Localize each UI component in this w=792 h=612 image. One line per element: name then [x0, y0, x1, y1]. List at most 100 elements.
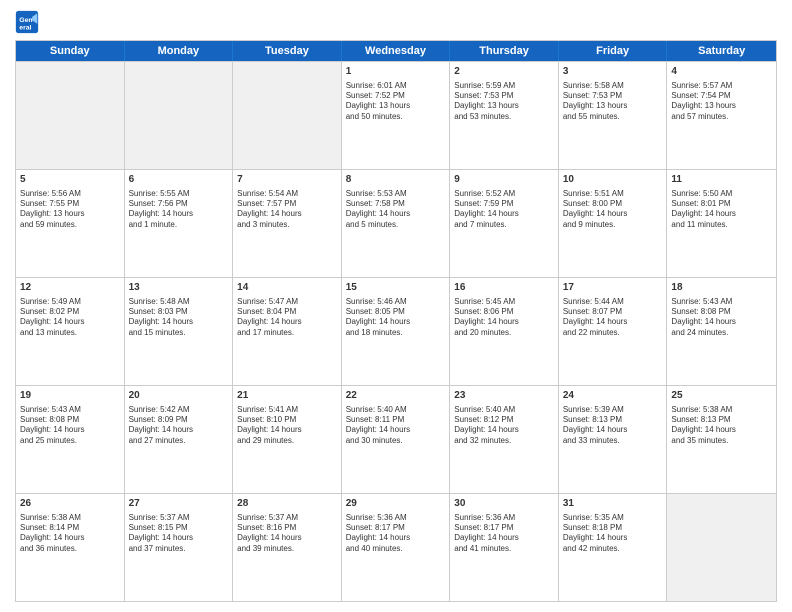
cell-info-line: Daylight: 14 hours: [454, 317, 554, 327]
calendar-cell: 14Sunrise: 5:47 AMSunset: 8:04 PMDayligh…: [233, 278, 342, 385]
cell-info-line: and 24 minutes.: [671, 328, 772, 338]
cell-info-line: Sunrise: 5:52 AM: [454, 189, 554, 199]
cell-info-line: and 18 minutes.: [346, 328, 446, 338]
day-number: 17: [563, 281, 663, 295]
cell-info-line: Daylight: 13 hours: [671, 101, 772, 111]
cell-info-line: Sunrise: 5:39 AM: [563, 405, 663, 415]
cell-info-line: Sunrise: 5:59 AM: [454, 81, 554, 91]
calendar-cell: 18Sunrise: 5:43 AMSunset: 8:08 PMDayligh…: [667, 278, 776, 385]
cell-info-line: Daylight: 14 hours: [237, 317, 337, 327]
day-of-week-header: Thursday: [450, 41, 559, 61]
calendar-cell: 9Sunrise: 5:52 AMSunset: 7:59 PMDaylight…: [450, 170, 559, 277]
cell-info-line: Sunset: 8:00 PM: [563, 199, 663, 209]
calendar-cell: 25Sunrise: 5:38 AMSunset: 8:13 PMDayligh…: [667, 386, 776, 493]
cell-info-line: Sunrise: 5:53 AM: [346, 189, 446, 199]
day-number: 31: [563, 497, 663, 511]
day-number: 22: [346, 389, 446, 403]
calendar-week-row: 19Sunrise: 5:43 AMSunset: 8:08 PMDayligh…: [16, 385, 776, 493]
cell-info-line: Daylight: 14 hours: [346, 209, 446, 219]
cell-info-line: Sunset: 8:03 PM: [129, 307, 229, 317]
day-of-week-header: Wednesday: [342, 41, 451, 61]
cell-info-line: Daylight: 14 hours: [454, 209, 554, 219]
cell-info-line: and 42 minutes.: [563, 544, 663, 554]
cell-info-line: Sunrise: 5:37 AM: [129, 513, 229, 523]
cell-info-line: and 33 minutes.: [563, 436, 663, 446]
day-number: 8: [346, 173, 446, 187]
cell-info-line: Sunrise: 5:46 AM: [346, 297, 446, 307]
calendar-body: 1Sunrise: 6:01 AMSunset: 7:52 PMDaylight…: [16, 61, 776, 601]
calendar: SundayMondayTuesdayWednesdayThursdayFrid…: [15, 40, 777, 602]
day-number: 23: [454, 389, 554, 403]
cell-info-line: Sunset: 8:15 PM: [129, 523, 229, 533]
calendar-week-row: 1Sunrise: 6:01 AMSunset: 7:52 PMDaylight…: [16, 61, 776, 169]
cell-info-line: Sunset: 7:53 PM: [454, 91, 554, 101]
cell-info-line: Daylight: 14 hours: [237, 533, 337, 543]
cell-info-line: Sunrise: 5:51 AM: [563, 189, 663, 199]
calendar-cell: 22Sunrise: 5:40 AMSunset: 8:11 PMDayligh…: [342, 386, 451, 493]
cell-info-line: Sunrise: 5:57 AM: [671, 81, 772, 91]
day-number: 7: [237, 173, 337, 187]
calendar-cell: 13Sunrise: 5:48 AMSunset: 8:03 PMDayligh…: [125, 278, 234, 385]
cell-info-line: Sunset: 8:02 PM: [20, 307, 120, 317]
logo-icon: Gen eral: [15, 10, 39, 34]
calendar-cell: [667, 494, 776, 601]
cell-info-line: Sunset: 8:14 PM: [20, 523, 120, 533]
cell-info-line: Sunset: 8:01 PM: [671, 199, 772, 209]
calendar-cell: 27Sunrise: 5:37 AMSunset: 8:15 PMDayligh…: [125, 494, 234, 601]
cell-info-line: Daylight: 14 hours: [563, 317, 663, 327]
cell-info-line: Daylight: 14 hours: [237, 209, 337, 219]
cell-info-line: Sunrise: 5:38 AM: [20, 513, 120, 523]
cell-info-line: and 57 minutes.: [671, 112, 772, 122]
day-number: 30: [454, 497, 554, 511]
cell-info-line: Sunrise: 5:36 AM: [454, 513, 554, 523]
calendar-cell: 19Sunrise: 5:43 AMSunset: 8:08 PMDayligh…: [16, 386, 125, 493]
cell-info-line: Sunset: 8:17 PM: [454, 523, 554, 533]
calendar-cell: 6Sunrise: 5:55 AMSunset: 7:56 PMDaylight…: [125, 170, 234, 277]
cell-info-line: Sunset: 8:05 PM: [346, 307, 446, 317]
cell-info-line: and 41 minutes.: [454, 544, 554, 554]
cell-info-line: Sunset: 7:53 PM: [563, 91, 663, 101]
day-number: 15: [346, 281, 446, 295]
cell-info-line: Sunrise: 5:45 AM: [454, 297, 554, 307]
cell-info-line: and 27 minutes.: [129, 436, 229, 446]
day-number: 12: [20, 281, 120, 295]
cell-info-line: Daylight: 14 hours: [563, 209, 663, 219]
cell-info-line: Sunset: 8:04 PM: [237, 307, 337, 317]
day-number: 24: [563, 389, 663, 403]
cell-info-line: and 1 minute.: [129, 220, 229, 230]
cell-info-line: and 35 minutes.: [671, 436, 772, 446]
calendar-cell: 11Sunrise: 5:50 AMSunset: 8:01 PMDayligh…: [667, 170, 776, 277]
cell-info-line: Sunset: 8:10 PM: [237, 415, 337, 425]
day-of-week-header: Tuesday: [233, 41, 342, 61]
cell-info-line: Sunrise: 5:49 AM: [20, 297, 120, 307]
calendar-cell: 29Sunrise: 5:36 AMSunset: 8:17 PMDayligh…: [342, 494, 451, 601]
calendar-week-row: 26Sunrise: 5:38 AMSunset: 8:14 PMDayligh…: [16, 493, 776, 601]
calendar-cell: 1Sunrise: 6:01 AMSunset: 7:52 PMDaylight…: [342, 62, 451, 169]
cell-info-line: Sunset: 7:55 PM: [20, 199, 120, 209]
svg-text:eral: eral: [19, 25, 31, 32]
cell-info-line: Sunset: 8:16 PM: [237, 523, 337, 533]
cell-info-line: Sunrise: 5:47 AM: [237, 297, 337, 307]
cell-info-line: Sunset: 7:58 PM: [346, 199, 446, 209]
cell-info-line: Sunrise: 5:40 AM: [346, 405, 446, 415]
cell-info-line: Sunset: 7:54 PM: [671, 91, 772, 101]
day-number: 21: [237, 389, 337, 403]
cell-info-line: Daylight: 14 hours: [20, 317, 120, 327]
cell-info-line: Sunrise: 5:48 AM: [129, 297, 229, 307]
day-number: 2: [454, 65, 554, 79]
cell-info-line: Sunset: 7:59 PM: [454, 199, 554, 209]
cell-info-line: Sunset: 8:11 PM: [346, 415, 446, 425]
cell-info-line: Sunrise: 6:01 AM: [346, 81, 446, 91]
cell-info-line: Sunset: 7:56 PM: [129, 199, 229, 209]
svg-text:Gen: Gen: [19, 17, 32, 24]
calendar-cell: 21Sunrise: 5:41 AMSunset: 8:10 PMDayligh…: [233, 386, 342, 493]
calendar-cell: 10Sunrise: 5:51 AMSunset: 8:00 PMDayligh…: [559, 170, 668, 277]
cell-info-line: Daylight: 14 hours: [454, 425, 554, 435]
calendar-cell: 7Sunrise: 5:54 AMSunset: 7:57 PMDaylight…: [233, 170, 342, 277]
day-number: 28: [237, 497, 337, 511]
cell-info-line: Sunset: 8:08 PM: [20, 415, 120, 425]
day-number: 25: [671, 389, 772, 403]
cell-info-line: Sunrise: 5:35 AM: [563, 513, 663, 523]
cell-info-line: and 9 minutes.: [563, 220, 663, 230]
cell-info-line: Sunrise: 5:36 AM: [346, 513, 446, 523]
